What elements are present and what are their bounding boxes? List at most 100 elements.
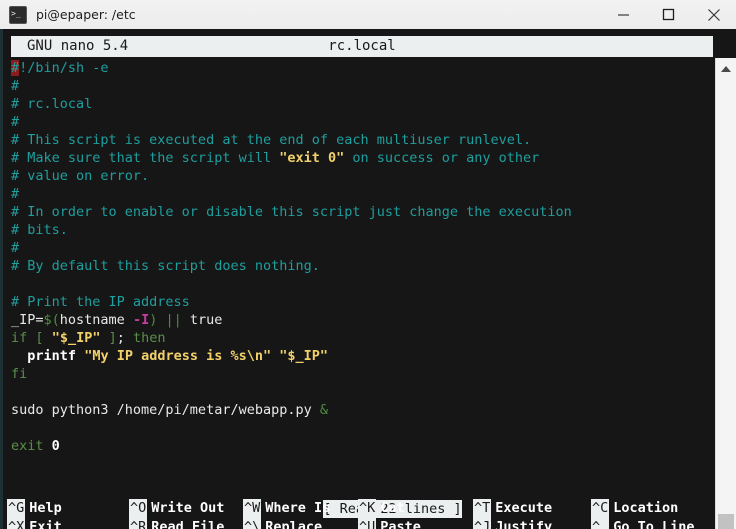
code-token: # xyxy=(11,78,20,94)
code-token: true xyxy=(181,312,223,328)
shortcut-label: Cut xyxy=(380,500,405,516)
code-line: # xyxy=(11,239,711,257)
code-token: ; xyxy=(116,330,125,346)
shortcut-item-location[interactable]: ^C Location xyxy=(591,499,695,518)
shortcut-label: Execute xyxy=(495,500,553,516)
code-line: fi xyxy=(11,365,711,383)
code-token: printf xyxy=(27,348,77,364)
shortcut-column: ^K Cut ^U Paste xyxy=(358,499,421,529)
code-line: #!/bin/sh -e xyxy=(11,59,711,77)
close-button[interactable] xyxy=(691,0,736,29)
shortcut-key: ^_ xyxy=(591,518,610,529)
code-line: # xyxy=(11,77,711,95)
code-token: exit xyxy=(11,438,44,454)
code-token: # Make sure that the script will xyxy=(11,150,280,166)
code-token: if xyxy=(11,330,28,346)
shortcut-item-execute[interactable]: ^T Execute xyxy=(473,499,552,518)
code-line: if [ "$_IP" ]; then xyxy=(11,329,711,347)
code-token: # Print the IP address xyxy=(11,294,190,310)
code-token: # bits. xyxy=(11,222,68,238)
scrollbar-track[interactable] xyxy=(716,77,736,529)
code-token: # rc.local xyxy=(11,96,93,112)
shortcut-label: Exit xyxy=(29,519,62,529)
shortcut-item-exit[interactable]: ^X Exit xyxy=(7,518,62,529)
code-token: # By default this script does nothing. xyxy=(11,258,320,274)
code-token: # xyxy=(11,186,20,202)
code-line: _IP=$(hostname -I) || true xyxy=(11,311,711,329)
terminal-body: rc.local GNU nano 5.4 #!/bin/sh -e # # rc.… xyxy=(0,29,736,529)
shortcut-key: ^C xyxy=(591,499,610,518)
code-token: _IP= xyxy=(11,312,44,328)
maximize-button[interactable] xyxy=(646,0,691,29)
code-token: # xyxy=(11,240,20,256)
shortcut-item-help[interactable]: ^G Help xyxy=(7,499,62,518)
shortcut-key: ^K xyxy=(358,499,377,518)
code-token: "$_IP" xyxy=(51,330,101,346)
shortcut-label: Read File xyxy=(151,519,225,529)
shortcut-item-write-out[interactable]: ^O Write Out xyxy=(129,499,224,518)
shortcut-item-cut[interactable]: ^K Cut xyxy=(358,499,421,518)
shortcut-key: ^G xyxy=(7,499,26,518)
code-line: # xyxy=(11,185,711,203)
scroll-thumb[interactable] xyxy=(718,514,734,529)
code-line: # In order to enable or disable this scr… xyxy=(11,203,711,221)
code-line: # xyxy=(11,113,711,131)
code-token: # value on error. xyxy=(11,168,150,184)
shortcut-label: Go To Line xyxy=(613,519,695,529)
shortcut-label: Justify xyxy=(495,519,553,529)
code-token: -I xyxy=(132,312,150,328)
code-token: # xyxy=(11,114,20,130)
code-token: $( xyxy=(43,312,60,328)
code-token: # xyxy=(11,60,20,76)
code-line: printf "My IP address is %s\n" "$_IP" xyxy=(11,347,711,365)
shortcut-column: ^C Location ^_ Go To Line xyxy=(591,499,695,529)
code-token: "$_IP" xyxy=(279,348,329,364)
code-token: [ xyxy=(35,330,44,346)
code-token: # This script is executed at the end of … xyxy=(11,132,532,148)
code-line: # Print the IP address xyxy=(11,293,711,311)
nano-title-bar: rc.local GNU nano 5.4 xyxy=(11,36,713,57)
minimize-button[interactable] xyxy=(601,0,646,29)
shortcut-key: ^U xyxy=(358,518,377,529)
shortcut-item-replace[interactable]: ^\ Replace xyxy=(243,518,330,529)
code-token: 0 xyxy=(51,438,60,454)
close-icon xyxy=(707,8,720,21)
code-token: sudo python3 /home/pi/metar/webapp.py xyxy=(11,402,320,418)
code-token: "My IP address is %s\n" xyxy=(84,348,272,364)
nano-version: GNU nano 5.4 xyxy=(27,38,129,54)
terminal-window: pi@epaper: /etc rc.local GNU nano 5.4 #!… xyxy=(0,0,736,529)
code-line: exit 0 xyxy=(11,437,711,455)
nano-editor[interactable]: rc.local GNU nano 5.4 #!/bin/sh -e # # rc.… xyxy=(0,29,717,529)
shortcut-key: ^\ xyxy=(243,518,262,529)
code-token: !/bin/sh -e xyxy=(19,60,109,76)
code-token: || xyxy=(165,312,182,328)
code-line: # rc.local xyxy=(11,95,711,113)
shortcut-item-go-to-line[interactable]: ^_ Go To Line xyxy=(591,518,695,529)
code-line: sudo python3 /home/pi/metar/webapp.py & xyxy=(11,401,711,419)
shortcut-item-paste[interactable]: ^U Paste xyxy=(358,518,421,529)
window-title: pi@epaper: /etc xyxy=(36,7,136,22)
window-controls xyxy=(601,0,736,29)
shortcut-column: ^G Help ^X Exit xyxy=(7,499,62,529)
code-token: # In order to enable or disable this scr… xyxy=(11,204,572,220)
code-line: # By default this script does nothing. xyxy=(11,257,711,275)
shortcut-item-read-file[interactable]: ^R Read File xyxy=(129,518,224,529)
code-token: hostname xyxy=(59,312,133,328)
vertical-scrollbar[interactable] xyxy=(715,58,736,529)
nano-shortcut-bar: ^G Help ^X Exit ^O Write Out ^R Read File ^W Wher… xyxy=(3,499,717,529)
shortcut-item-where-is[interactable]: ^W Where Is xyxy=(243,499,330,518)
nano-text-area[interactable]: #!/bin/sh -e # # rc.local # # This script is… xyxy=(11,59,711,455)
shortcut-item-justify[interactable]: ^J Justify xyxy=(473,518,552,529)
scroll-up-arrow[interactable] xyxy=(716,60,736,77)
code-token: "exit 0" xyxy=(279,150,345,166)
code-token: fi xyxy=(11,366,28,382)
code-token: then xyxy=(124,330,166,346)
window-titlebar: pi@epaper: /etc xyxy=(0,0,736,30)
code-line: # value on error. xyxy=(11,167,711,185)
